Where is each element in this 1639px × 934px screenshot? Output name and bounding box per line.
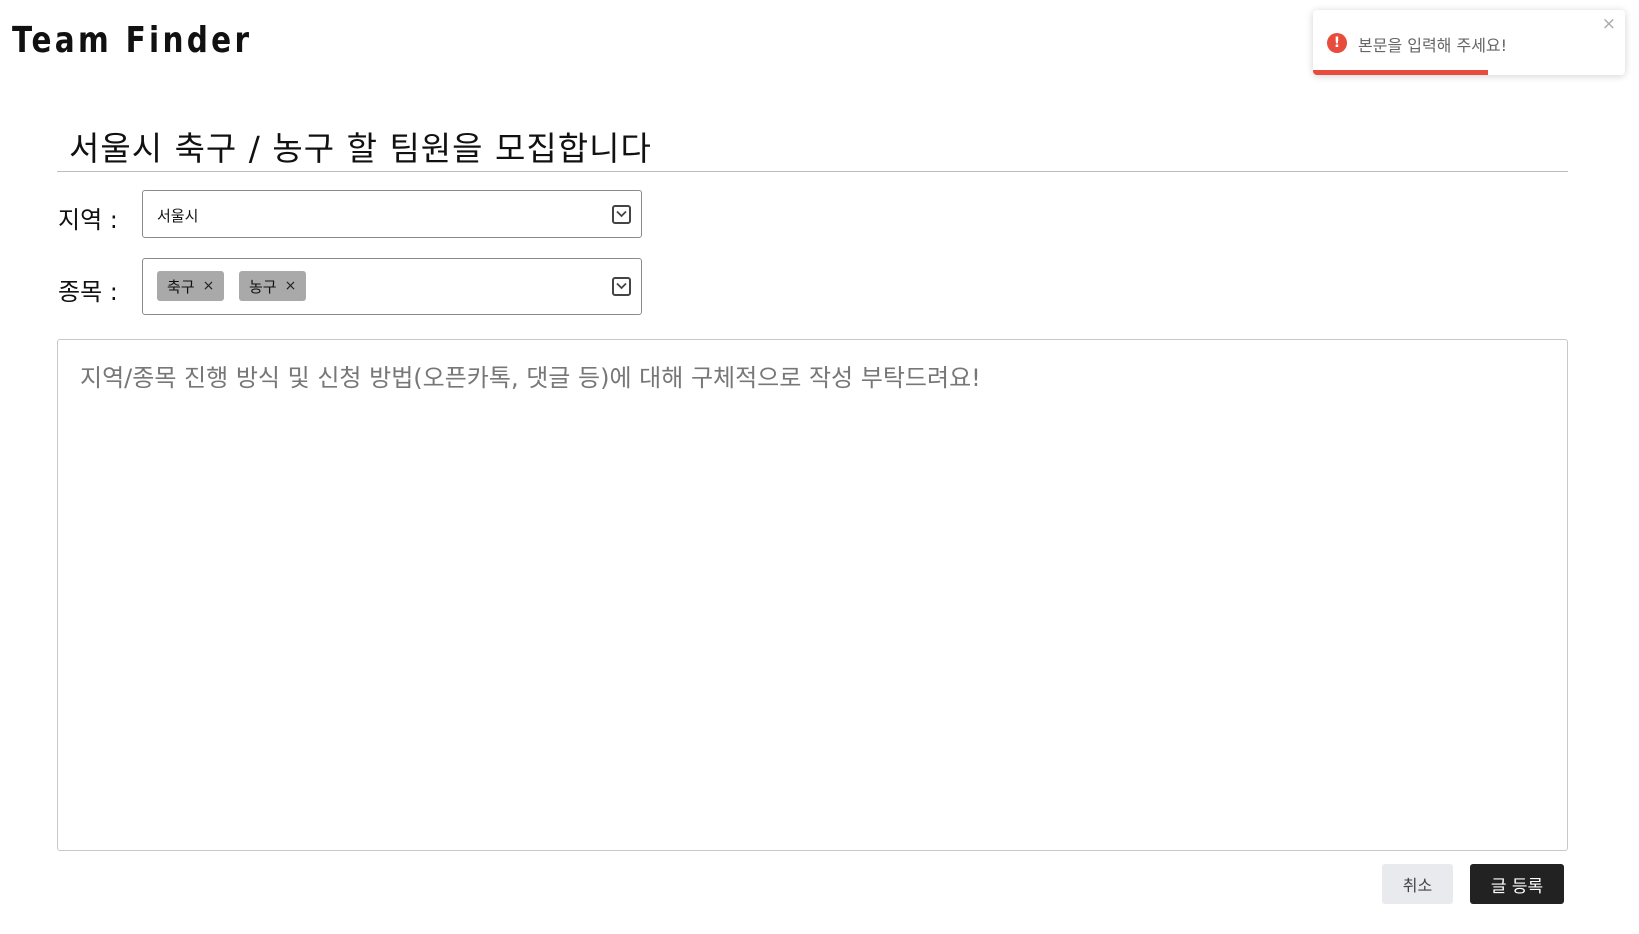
post-body-textarea[interactable]: 지역/종목 진행 방식 및 신청 방법(오픈카톡, 댓글 등)에 대해 구체적으… bbox=[57, 339, 1568, 851]
chip-label: 농구 bbox=[249, 277, 277, 296]
region-selected-value: 서울시 bbox=[157, 207, 199, 225]
toast-progress-bar bbox=[1313, 70, 1488, 75]
chip-remove-icon[interactable]: × bbox=[285, 278, 297, 294]
close-icon[interactable]: × bbox=[1602, 14, 1616, 34]
region-label: 지역 : bbox=[58, 206, 118, 234]
submit-post-button[interactable]: 글 등록 bbox=[1470, 864, 1564, 904]
sport-chip: 농구 × bbox=[239, 271, 307, 301]
toast-progress-track bbox=[1313, 70, 1625, 75]
error-icon: ! bbox=[1327, 33, 1347, 53]
app-logo[interactable]: Team Finder bbox=[12, 20, 252, 61]
chip-label: 축구 bbox=[167, 277, 195, 296]
chevron-down-icon[interactable] bbox=[612, 205, 631, 224]
toast-message: 본문을 입력해 주세요! bbox=[1358, 36, 1508, 55]
cancel-button[interactable]: 취소 bbox=[1382, 864, 1453, 904]
sport-label: 종목 : bbox=[58, 278, 118, 306]
region-select[interactable]: 서울시 bbox=[142, 190, 642, 238]
chip-remove-icon[interactable]: × bbox=[203, 278, 215, 294]
body-placeholder: 지역/종목 진행 방식 및 신청 방법(오픈카톡, 댓글 등)에 대해 구체적으… bbox=[80, 364, 981, 392]
sport-chip: 축구 × bbox=[157, 271, 225, 301]
post-title-input[interactable]: 서울시 축구 / 농구 할 팀원을 모집합니다 bbox=[69, 122, 652, 170]
post-title-field[interactable]: 서울시 축구 / 농구 할 팀원을 모집합니다 bbox=[57, 114, 1568, 172]
chevron-down-icon[interactable] bbox=[612, 277, 631, 296]
error-toast: ! 본문을 입력해 주세요! × bbox=[1313, 10, 1625, 75]
sport-multiselect[interactable]: 축구 × 농구 × bbox=[142, 258, 642, 315]
